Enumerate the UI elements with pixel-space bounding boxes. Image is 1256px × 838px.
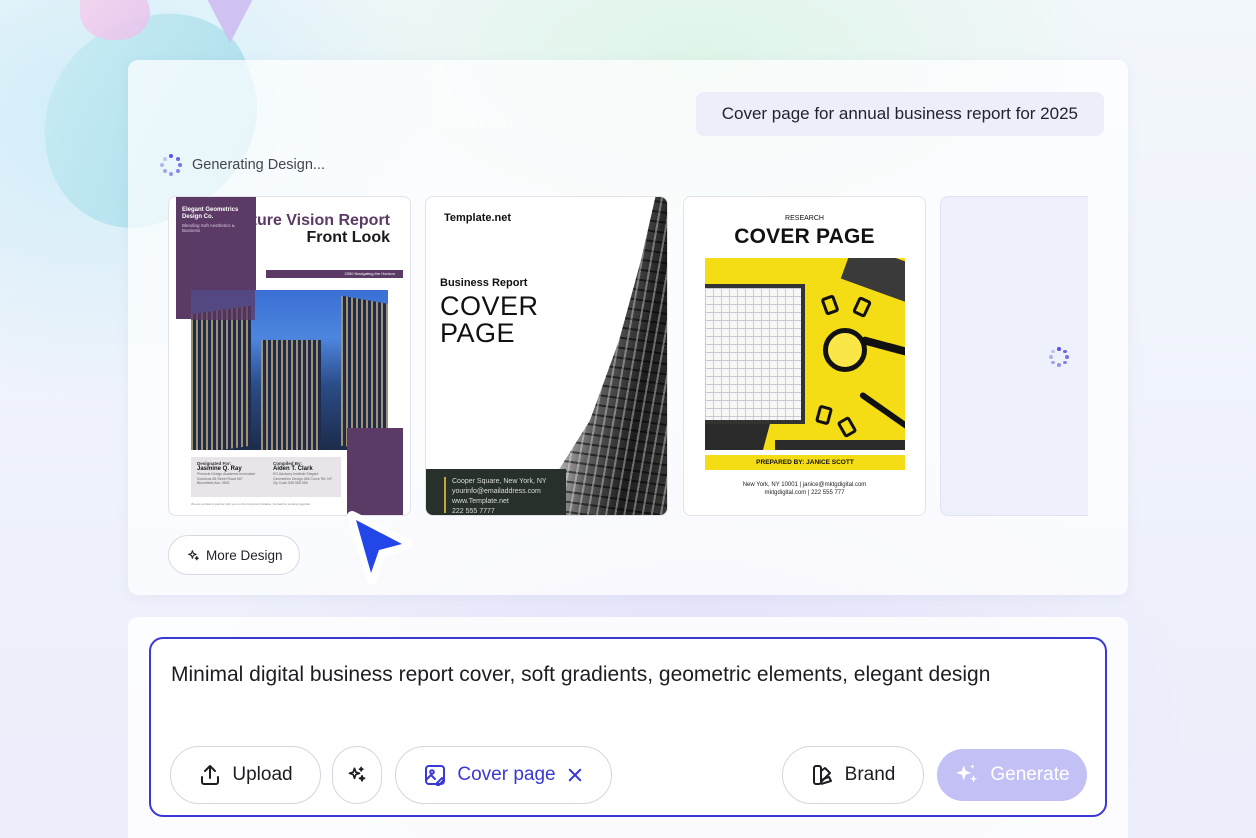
card2-website: www.Template.net (452, 498, 509, 505)
decorative-pink-shape (80, 0, 150, 40)
card1-band: 2050 Navigating the Horizon (266, 270, 403, 278)
card1-title-line2: Front Look (306, 228, 390, 246)
card2-title: COVER PAGE (440, 293, 539, 347)
loading-spinner-icon (160, 154, 182, 176)
card2-title-line1: COVER (440, 291, 539, 321)
composer-panel: Minimal digital business report cover, s… (128, 617, 1128, 838)
card2-address: Cooper Square, New York, NY (452, 478, 547, 485)
card1-title: Future Vision Report Front Look (232, 212, 390, 247)
decorative-triangle-shape (205, 0, 255, 43)
cover-page-label: Cover page (457, 764, 556, 785)
sparkle-icon (187, 549, 200, 562)
card1-title-line1: Future Vision Report (232, 212, 390, 229)
magic-enhance-button[interactable] (332, 746, 382, 804)
magic-sparkle-icon (347, 765, 367, 785)
card3-contact-line2: mktgdigital.com | 222 555 777 (764, 490, 845, 496)
upload-label: Upload (232, 764, 293, 785)
card3-prepared-by: PREPARED BY: JANICE SCOTT (705, 455, 905, 470)
design-carousel: Elegant Geometrics Design Co. Blending S… (168, 196, 1088, 518)
more-design-button[interactable]: More Design (168, 535, 300, 575)
card3-kicker: RESEARCH (785, 215, 824, 222)
card2-email: yourinfo@emailaddress.com (452, 488, 541, 495)
upload-button[interactable]: Upload (170, 746, 321, 804)
card1-footer: We are excited to partner with you on th… (191, 502, 311, 506)
card1-compiled-detail: EG Advisory Institute Elegant Geometrics… (273, 472, 333, 486)
loading-spinner-icon (1049, 347, 1069, 367)
close-icon[interactable] (566, 766, 584, 784)
image-edit-icon (423, 763, 447, 787)
sparkle-icon (954, 762, 980, 788)
design-card-business-report[interactable]: Template.net Business Report COVER PAGE … (425, 196, 668, 516)
user-prompt-bubble: Cover page for annual business report fo… (695, 92, 1104, 136)
generate-button[interactable]: Generate (937, 749, 1087, 801)
prompt-input[interactable]: Minimal digital business report cover, s… (171, 663, 990, 687)
cover-page-chip[interactable]: Cover page (395, 746, 612, 804)
card3-title: COVER PAGE (734, 225, 875, 248)
card1-info-box: Designated For: Jasmine Q. Ray Pinnacle … (191, 457, 341, 497)
generation-status: Generating Design... (160, 154, 325, 176)
brand-label: Brand (844, 764, 896, 785)
card3-contact-line1: New York, NY 10001 | janice@mktgdigital.… (742, 482, 867, 488)
card2-brand: Template.net (444, 212, 512, 224)
design-card-research-cover[interactable]: RESEARCH COVER PAGE PREPARED BY: JANICE … (683, 196, 926, 516)
design-results-panel: Cover page for annual business report fo… (128, 60, 1128, 595)
card2-subtitle: Business Report (440, 277, 528, 289)
brand-palette-icon (811, 763, 835, 787)
prompt-composer[interactable]: Minimal digital business report cover, s… (149, 637, 1107, 817)
status-text: Generating Design... (192, 157, 325, 173)
design-card-loading (940, 196, 1088, 516)
card3-contact: New York, NY 10001 | janice@mktgdigital.… (684, 481, 925, 497)
generate-label: Generate (990, 764, 1070, 785)
card2-title-line2: PAGE (440, 318, 516, 348)
cursor-pointer-icon (346, 510, 416, 590)
upload-icon (198, 763, 222, 787)
more-design-label: More Design (206, 547, 283, 563)
design-card-future-vision[interactable]: Elegant Geometrics Design Co. Blending S… (168, 196, 411, 516)
brand-button[interactable]: Brand (782, 746, 924, 804)
card2-phone: 222 555 7777 (452, 508, 495, 515)
card2-contact-box: Cooper Square, New York, NY yourinfo@ema… (426, 469, 566, 515)
card1-overlay-shape (191, 290, 255, 320)
card3-desk-photo (705, 258, 905, 450)
card1-designated-detail: Pinnacle Design Academic Innovative Solu… (197, 472, 256, 486)
